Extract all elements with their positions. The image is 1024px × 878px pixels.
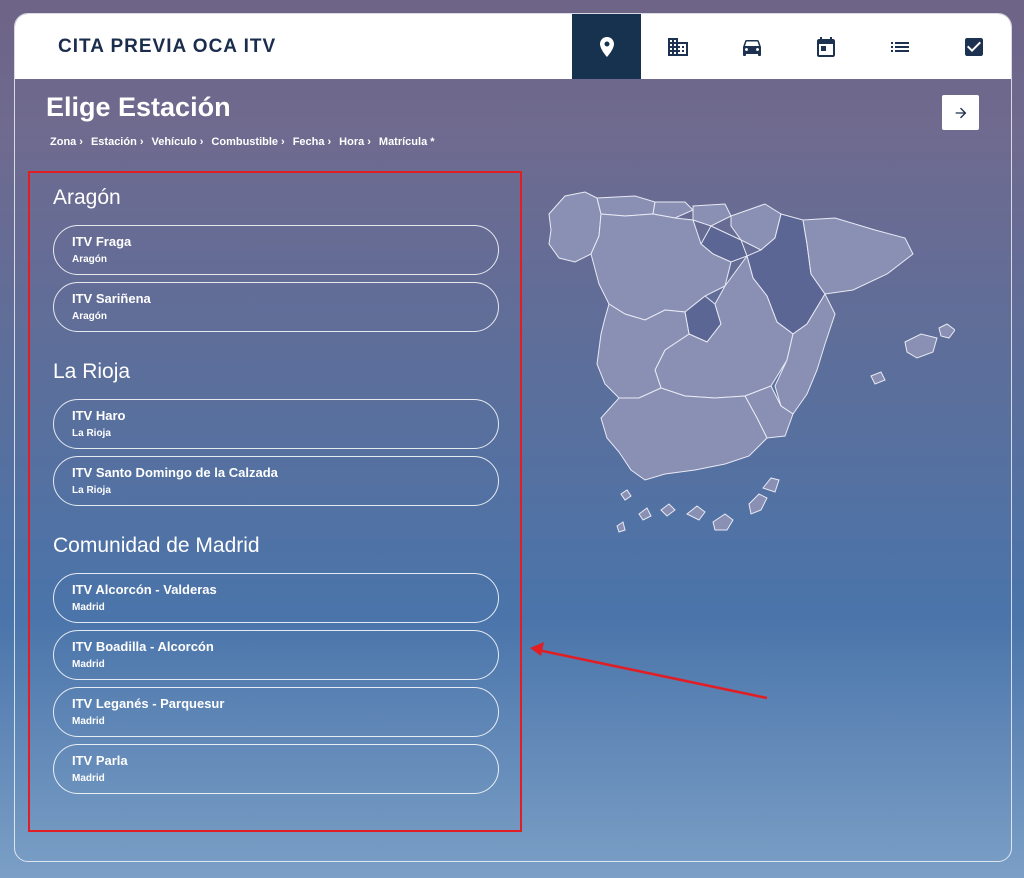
breadcrumb-item: Fecha › (292, 136, 332, 148)
map-region-cataluna[interactable] (802, 217, 914, 295)
region-title: La Rioja (53, 360, 131, 383)
station-name: ITV Leganés - Parquesur (72, 696, 225, 711)
app-frame: CITA PREVIA OCA ITV Elige Estación Zona … (14, 13, 1012, 862)
station-region: Madrid (72, 602, 105, 613)
region-group-aragon: Aragón ITV Fraga Aragón ITV Sariñena Ara… (53, 186, 499, 332)
breadcrumb-item: Estación › (90, 136, 144, 148)
station-name: ITV Alcorcón - Valderas (72, 582, 217, 597)
step-nav (572, 14, 1011, 79)
station-item[interactable]: ITV Sariñena Aragón (53, 282, 499, 332)
station-item[interactable]: ITV Parla Madrid (53, 744, 499, 794)
step-vehiculo[interactable] (715, 14, 789, 79)
station-region: Aragón (72, 254, 107, 265)
breadcrumb-item: Vehículo › (151, 136, 204, 148)
step-confirmar[interactable] (937, 14, 1011, 79)
breadcrumb-item: Combustible › (211, 136, 285, 148)
brand-title: CITA PREVIA OCA ITV (58, 35, 277, 57)
map-region-andalucia[interactable] (600, 387, 768, 481)
station-item[interactable]: ITV Alcorcón - Valderas Madrid (53, 573, 499, 623)
station-name: ITV Sariñena (72, 291, 151, 306)
list-icon (891, 41, 909, 52)
station-region: Aragón (72, 311, 107, 322)
station-list: Aragón ITV Fraga Aragón ITV Sariñena Ara… (53, 186, 499, 822)
station-name: ITV Fraga (72, 234, 132, 249)
station-region: La Rioja (72, 485, 111, 496)
station-item[interactable]: ITV Haro La Rioja (53, 399, 499, 449)
step-estacion[interactable] (641, 14, 715, 79)
station-name: ITV Boadilla - Alcorcón (72, 639, 214, 654)
header: CITA PREVIA OCA ITV (15, 14, 1011, 79)
station-item[interactable]: ITV Leganés - Parquesur Madrid (53, 687, 499, 737)
station-name: ITV Haro (72, 408, 126, 423)
car-icon (743, 39, 761, 56)
next-button[interactable] (942, 95, 979, 130)
station-name: ITV Parla (72, 753, 128, 768)
page-title: Elige Estación (46, 92, 231, 122)
step-zona[interactable] (572, 14, 641, 79)
map-region-canarias[interactable] (712, 513, 734, 531)
map-region-baleares[interactable] (904, 333, 938, 359)
building-icon (668, 37, 688, 56)
region-group-madrid: Comunidad de Madrid ITV Alcorcón - Valde… (53, 534, 499, 794)
region-title: Aragón (53, 186, 121, 209)
map-pin-icon (599, 36, 614, 57)
breadcrumb-item: Matrícula * (378, 136, 435, 148)
station-region: La Rioja (72, 428, 111, 439)
step-resumen[interactable] (863, 14, 937, 79)
station-region: Madrid (72, 659, 105, 670)
station-item[interactable]: ITV Santo Domingo de la Calzada La Rioja (53, 456, 499, 506)
calendar-icon (817, 36, 835, 57)
station-region: Madrid (72, 716, 105, 727)
region-title: Comunidad de Madrid (53, 534, 260, 557)
region-group-la-rioja: La Rioja ITV Haro La Rioja ITV Santo Dom… (53, 360, 499, 506)
spain-map (548, 191, 955, 533)
station-name: ITV Santo Domingo de la Calzada (72, 465, 278, 480)
map-region-asturias[interactable] (596, 195, 656, 217)
step-fecha[interactable] (789, 14, 863, 79)
map-region-pais-vasco[interactable] (692, 203, 732, 227)
station-item[interactable]: ITV Boadilla - Alcorcón Madrid (53, 630, 499, 680)
breadcrumb-item: Zona › (50, 136, 83, 148)
checkbox-icon (965, 37, 983, 56)
breadcrumb-item: Hora › (339, 136, 371, 148)
breadcrumb: Zona › Estación › Vehículo › Combustible › F… (50, 136, 435, 148)
arrow-right-icon (955, 107, 966, 118)
station-region: Madrid (72, 773, 105, 784)
station-item[interactable]: ITV Fraga Aragón (53, 225, 499, 275)
